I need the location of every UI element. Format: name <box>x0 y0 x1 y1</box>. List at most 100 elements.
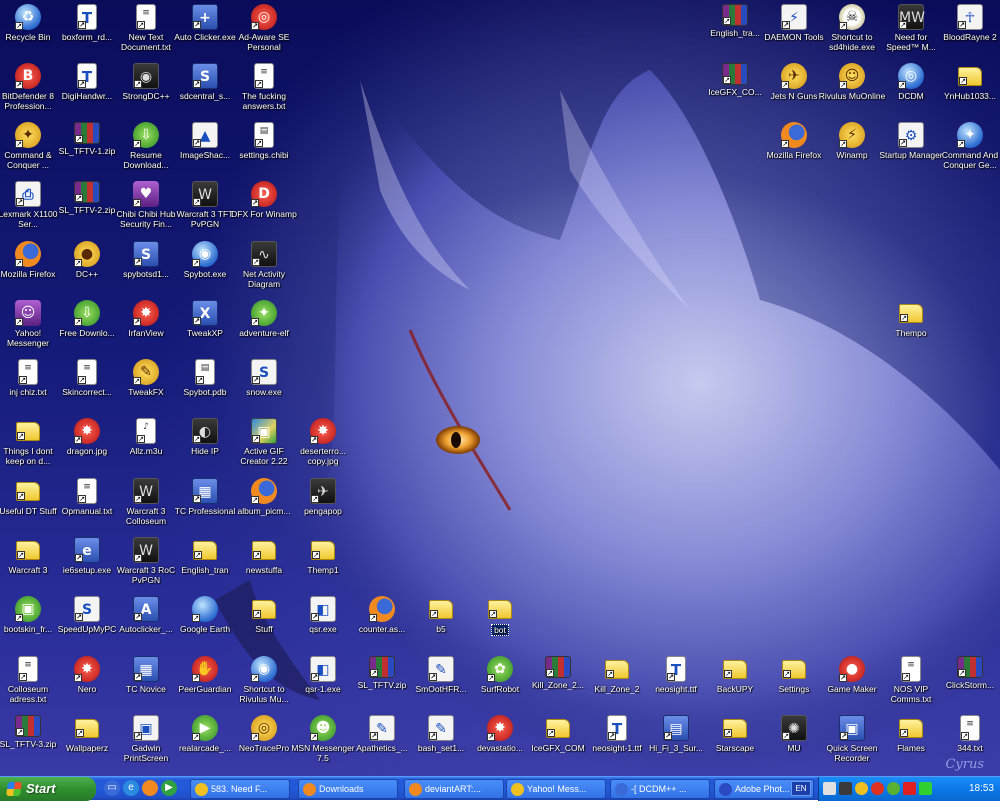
folder-icon: ↗ <box>723 660 747 679</box>
yahoo-messenger-icon: ☺ ↗ <box>15 300 41 326</box>
shortcut-arrow-icon: ↗ <box>134 495 142 503</box>
desktop-icon[interactable]: ↗ Themp1 <box>287 537 359 575</box>
media-player-icon[interactable]: ▶ <box>161 780 177 796</box>
shortcut-arrow-icon: ↗ <box>134 80 142 88</box>
tray-icon-download[interactable] <box>887 782 900 795</box>
shortcut-arrow-icon: ↗ <box>251 496 259 504</box>
desktop-icon[interactable]: ✦ ↗ Command And Conquer Ge... <box>934 122 1000 170</box>
shortcut-arrow-icon: ↗ <box>958 21 966 29</box>
internet-explorer-icon[interactable]: e <box>123 780 139 796</box>
task-label: Yahoo! Mess... <box>527 784 587 794</box>
shortcut-arrow-icon: ↗ <box>487 733 495 741</box>
dfx-icon: D ↗ <box>251 181 277 207</box>
peerguardian-icon: ✋ ↗ <box>192 656 218 682</box>
start-label: Start <box>26 781 56 796</box>
show-desktop-icon[interactable]: ▭ <box>104 780 120 796</box>
start-button[interactable]: Start <box>0 777 96 801</box>
shortcut-arrow-icon: ↗ <box>192 259 200 267</box>
shortcut-arrow-icon: ↗ <box>252 435 260 443</box>
shortcut-arrow-icon: ↗ <box>194 551 202 559</box>
desktop-icon-label: BloodRayne 2 <box>943 32 997 42</box>
text-file-icon: ≡ ↗ <box>77 359 97 385</box>
desktop-icon[interactable]: ≡ ↗ 344.txt <box>934 715 1000 753</box>
text-file-icon: ≡ ↗ <box>136 4 156 30</box>
desktop-icon[interactable]: D ↗ DFX For Winamp <box>228 181 300 219</box>
desktop-icon[interactable]: ✈ ↗ pengapop <box>287 478 359 516</box>
shortcut-arrow-icon: ↗ <box>193 495 201 503</box>
shortcut-arrow-icon: ↗ <box>839 22 847 30</box>
task-button[interactable]: -[ DCDM++ ... <box>610 779 710 799</box>
download-icon: ⇩ ↗ <box>74 300 100 326</box>
shortcut-arrow-icon: ↗ <box>134 613 142 621</box>
shortcut-arrow-icon: ↗ <box>429 732 437 740</box>
task-button[interactable]: 583. Need F... <box>190 779 290 799</box>
recycle-bin-icon: ♻ ↗ <box>15 4 41 30</box>
clock[interactable]: 18:53 <box>969 777 994 801</box>
chibi-file-icon: ▤ ↗ <box>254 122 274 148</box>
desktop-icon[interactable]: ↗ bot <box>464 596 536 638</box>
ad-aware-icon: ◎ ↗ <box>251 4 277 30</box>
firefox-task-icon <box>303 783 316 796</box>
text-file-icon: ≡ ↗ <box>77 478 97 504</box>
tray-icon-status[interactable] <box>903 782 916 795</box>
shortcut-arrow-icon: ↗ <box>899 139 907 147</box>
imageshack-icon: ▲ ↗ <box>192 122 218 148</box>
shortcut-arrow-icon: ↗ <box>957 140 965 148</box>
rivulus-icon: ☺ ↗ <box>839 63 865 89</box>
spybot-icon: ◉ ↗ <box>192 241 218 267</box>
shortcut-arrow-icon: ↗ <box>369 614 377 622</box>
desktop-icon[interactable]: ≡ ↗ The fucking answers.txt <box>228 63 300 111</box>
shortcut-arrow-icon: ↗ <box>898 81 906 89</box>
desktop-icon[interactable]: S ↗ snow.exe <box>228 359 300 397</box>
desktop-icon[interactable]: ◎ ↗ Ad-Aware SE Personal <box>228 4 300 52</box>
font-setup-icon: ✎ ↗ <box>428 656 454 682</box>
task-button[interactable]: deviantART:... <box>404 779 504 799</box>
tray-icon-security[interactable] <box>839 782 852 795</box>
shortcut-arrow-icon: ↗ <box>193 317 201 325</box>
desktop-icon[interactable]: ↗ YnHub1033... <box>934 63 1000 101</box>
bitdefender-icon: B ↗ <box>15 63 41 89</box>
desktop[interactable]: Cyrus ♻ ↗ Recycle Bin B ↗ BitDefender 8 Profe… <box>0 0 1000 776</box>
printer-icon: ⎙ ↗ <box>15 181 41 207</box>
tray-icon-antivirus[interactable] <box>871 782 884 795</box>
shortcut-arrow-icon: ↗ <box>251 22 259 30</box>
shortcut-arrow-icon: ↗ <box>193 21 201 29</box>
tray-icon-messenger[interactable] <box>855 782 868 795</box>
desktop-icon-label: YnHub1033... <box>944 91 996 101</box>
desktop-icon[interactable]: ☥ ↗ BloodRayne 2 <box>934 4 1000 42</box>
desktop-icon[interactable]: ✸ ↗ deserterro... copy.jpg <box>287 418 359 466</box>
language-indicator[interactable]: EN <box>791 781 811 796</box>
tray-icon-activity[interactable] <box>919 782 932 795</box>
neotrace-icon: ◎ ↗ <box>251 715 277 741</box>
shortcut-arrow-icon: ↗ <box>782 732 790 740</box>
task-button[interactable]: Downloads <box>298 779 398 799</box>
shortcut-arrow-icon: ↗ <box>193 80 201 88</box>
shortcut-arrow-icon: ↗ <box>900 314 908 322</box>
shortcut-arrow-icon: ↗ <box>134 258 142 266</box>
winamp-icon: ⚡ ↗ <box>839 122 865 148</box>
desktop-icon[interactable]: ▤ ↗ settings.chibi <box>228 122 300 160</box>
text-file-icon: ≡ ↗ <box>960 715 980 741</box>
net-activity-icon: ∿ ↗ <box>251 241 277 267</box>
desktop-icon[interactable]: ✦ ↗ adventure-elf <box>228 300 300 338</box>
desktop-icon[interactable]: ↗ Thempo <box>875 300 947 338</box>
shortcut-arrow-icon: ↗ <box>133 377 141 385</box>
desktop-icon-label: DFX For Winamp <box>231 209 297 219</box>
firefox-icon: ↗ <box>781 122 807 148</box>
folder-icon: ↗ <box>75 719 99 738</box>
shortcut-arrow-icon: ↗ <box>311 495 319 503</box>
firefox-icon: ↗ <box>15 241 41 267</box>
desktop-icon[interactable]: ↗ ClickStorm... <box>934 656 1000 690</box>
firefox-icon[interactable] <box>142 780 158 796</box>
tray-icon-network[interactable] <box>823 782 836 795</box>
folder-icon: ↗ <box>16 422 40 441</box>
strongdc-icon: ◉ ↗ <box>133 63 159 89</box>
shortcut-arrow-icon: ↗ <box>15 614 23 622</box>
jets-n-guns-icon: ✈ ↗ <box>781 63 807 89</box>
desktop-icon[interactable]: ∿ ↗ Net Activity Diagram <box>228 241 300 289</box>
shortcut-arrow-icon: ↗ <box>489 610 497 618</box>
folder-icon: ↗ <box>958 67 982 86</box>
task-button[interactable]: Yahoo! Mess... <box>506 779 606 799</box>
shortcut-arrow-icon: ↗ <box>253 551 261 559</box>
shortcut-arrow-icon: ↗ <box>370 669 378 677</box>
